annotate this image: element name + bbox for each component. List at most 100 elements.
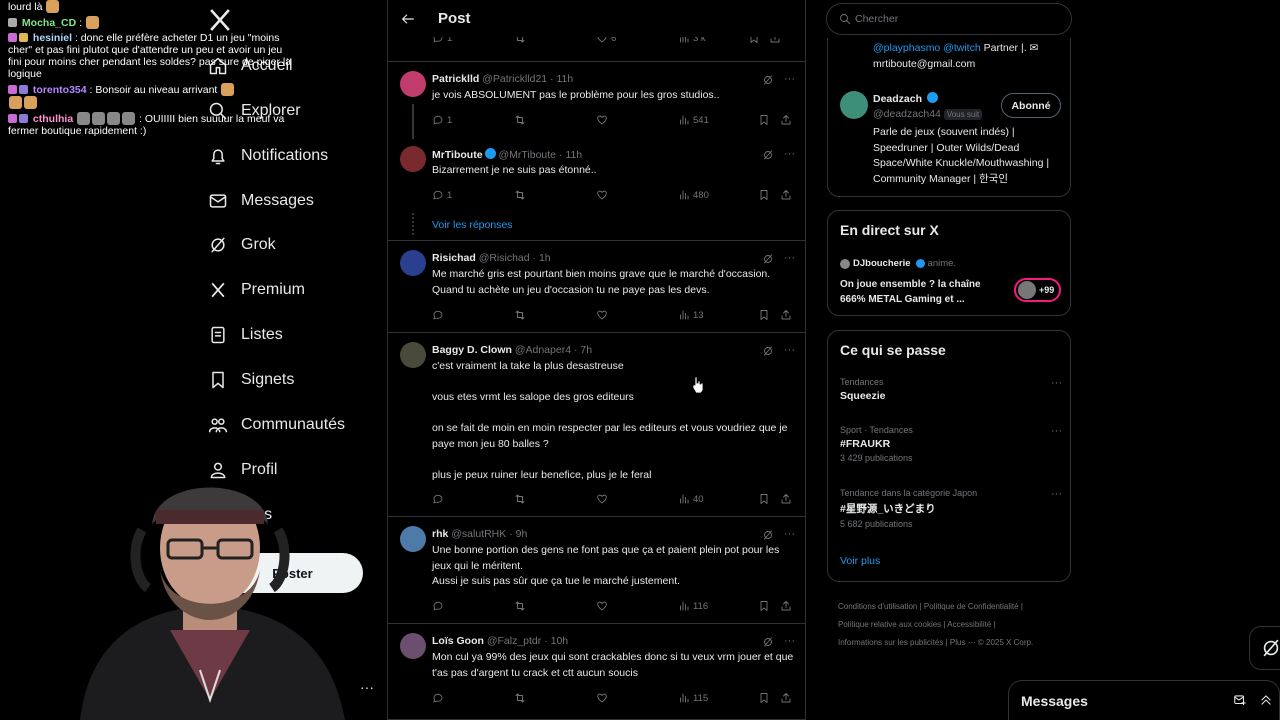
repost-button[interactable]	[514, 493, 529, 505]
reply-button[interactable]	[432, 493, 447, 505]
nav-item-notifications[interactable]: Notifications	[208, 141, 328, 171]
live-host[interactable]: DJboucherie	[853, 258, 911, 269]
avatar[interactable]	[400, 526, 426, 552]
more-options-icon[interactable]: ···	[784, 253, 795, 265]
like-button[interactable]	[596, 600, 611, 612]
like-button[interactable]	[596, 692, 611, 704]
grok-icon[interactable]	[762, 529, 774, 541]
author-name[interactable]: Baggy D. Clown	[432, 344, 512, 356]
views-button[interactable]: 541	[678, 114, 709, 126]
follow-name[interactable]: Deadzach	[873, 93, 922, 105]
nav-item-grok[interactable]: Grok	[208, 230, 276, 260]
more-options-icon[interactable]: ···	[784, 345, 795, 357]
avatar[interactable]	[400, 71, 426, 97]
show-more-link[interactable]: Voir plus	[840, 555, 880, 567]
share-button[interactable]	[780, 114, 792, 126]
trends-card: Ce qui se passe Tendances Squeezie ··· S…	[827, 330, 1071, 582]
reply-tweet[interactable]: MrTiboute @MrTiboute · 11h ··· Bizarrement…	[388, 133, 805, 241]
reply-tweet[interactable]: rhk @salutRHK · 9h ··· Une bonne portion d…	[388, 517, 805, 624]
trend-item[interactable]: Tendances Squeezie ···	[840, 377, 1062, 402]
messages-drawer[interactable]: Messages	[1008, 680, 1280, 720]
more-options-icon[interactable]: ···	[784, 74, 795, 86]
bookmark-button[interactable]	[758, 309, 770, 321]
account-menu-icon[interactable]: ···	[360, 679, 374, 695]
reply-tweet[interactable]: Patricklld @Patricklld21 · 11h ··· je vois…	[388, 62, 805, 138]
like-button[interactable]	[596, 189, 611, 201]
trend-item[interactable]: Tendance dans la catégorie Japon #星野源_いき…	[840, 488, 1062, 529]
author-name[interactable]: MrTiboute	[432, 149, 483, 161]
grok-icon[interactable]	[762, 74, 774, 86]
nav-item-lists[interactable]: Listes	[208, 320, 283, 350]
avatar[interactable]	[840, 91, 868, 119]
nav-item-messages[interactable]: Messages	[208, 186, 314, 216]
reply-tweet[interactable]: Loïs Goon @Falz_ptdr · 10h ··· Mon cul ya …	[388, 624, 805, 720]
repost-button[interactable]	[514, 692, 529, 704]
repost-button[interactable]	[514, 114, 529, 126]
nav-item-bookmarks[interactable]: Signets	[208, 365, 294, 395]
reply-button[interactable]	[432, 600, 447, 612]
new-message-icon[interactable]	[1233, 693, 1247, 707]
trend-item[interactable]: Sport · Tendances #FRAUKR 3 429 publicat…	[840, 425, 1062, 463]
repost-button[interactable]	[514, 600, 529, 612]
footer-line[interactable]: Politique relative aux cookies | Accessi…	[838, 616, 1078, 634]
like-button[interactable]	[596, 114, 611, 126]
live-text[interactable]: On joue ensemble ? la chaîne 666% METAL …	[840, 277, 1005, 307]
avatar[interactable]	[400, 633, 426, 659]
author-name[interactable]: rhk	[432, 528, 448, 540]
back-arrow-icon[interactable]	[400, 11, 416, 27]
avatar[interactable]	[400, 146, 426, 172]
reply-tweet[interactable]: Baggy D. Clown @Adnaper4 · 7h ··· c'est vr…	[388, 333, 805, 517]
search-input[interactable]: Chercher	[826, 3, 1072, 35]
bookmark-button[interactable]	[758, 692, 770, 704]
more-options-icon[interactable]: ···	[784, 636, 795, 648]
bookmark-button[interactable]	[758, 493, 770, 505]
repost-button[interactable]	[514, 309, 529, 321]
footer-line[interactable]: Conditions d'utilisation | Politique de …	[838, 598, 1078, 616]
bookmark-button[interactable]	[758, 114, 770, 126]
author-name[interactable]: Loïs Goon	[432, 635, 484, 647]
share-button[interactable]	[780, 692, 792, 704]
bookmark-button[interactable]	[758, 600, 770, 612]
grok-icon[interactable]	[762, 149, 774, 161]
share-button[interactable]	[780, 493, 792, 505]
avatar[interactable]	[400, 342, 426, 368]
grok-icon[interactable]	[762, 253, 774, 265]
more-options-icon[interactable]: ···	[1051, 425, 1062, 437]
views-button[interactable]: 115	[678, 692, 708, 704]
avatar[interactable]	[400, 250, 426, 276]
views-button[interactable]: 116	[678, 600, 708, 612]
author-handle: @Risichad · 1h	[478, 252, 551, 264]
views-button[interactable]: 13	[678, 309, 704, 321]
like-button[interactable]	[596, 309, 611, 321]
reply-tweet[interactable]: Risichad @Risichad · 1h ··· Me marché gris…	[388, 241, 805, 333]
author-name[interactable]: Risichad	[432, 252, 476, 264]
nav-item-communities[interactable]: Communautés	[208, 410, 345, 440]
reply-button[interactable]: 1	[432, 114, 452, 126]
grok-icon[interactable]	[762, 636, 774, 648]
reply-button[interactable]: 1	[432, 189, 452, 201]
views-button[interactable]: 40	[678, 493, 704, 505]
more-options-icon[interactable]: ···	[1051, 488, 1062, 500]
grok-floating-button[interactable]	[1249, 626, 1280, 670]
views-button[interactable]: 480	[678, 189, 709, 201]
reply-button[interactable]	[432, 309, 447, 321]
share-button[interactable]	[780, 189, 792, 201]
live-listeners-pill[interactable]: +99	[1014, 278, 1061, 302]
reply-button[interactable]	[432, 692, 447, 704]
share-button[interactable]	[780, 309, 792, 321]
bookmark-button[interactable]	[758, 189, 770, 201]
more-options-icon[interactable]: ···	[784, 149, 795, 161]
nav-item-premium[interactable]: Premium	[208, 275, 305, 305]
show-replies-link[interactable]: Voir les réponses	[432, 219, 513, 231]
share-button[interactable]	[780, 600, 792, 612]
grok-icon[interactable]	[762, 345, 774, 357]
repost-button[interactable]	[514, 189, 529, 201]
following-button[interactable]: Abonné	[1001, 93, 1061, 118]
chevron-up-icon[interactable]	[1259, 693, 1273, 707]
footer-line[interactable]: Informations sur les publicités | Plus ·…	[838, 634, 1078, 652]
more-options-icon[interactable]: ···	[1051, 377, 1062, 389]
bio-links[interactable]: @playphasmo @twitch	[873, 42, 981, 54]
author-name[interactable]: Patricklld	[432, 73, 479, 85]
more-options-icon[interactable]: ···	[784, 529, 795, 541]
like-button[interactable]	[596, 493, 611, 505]
